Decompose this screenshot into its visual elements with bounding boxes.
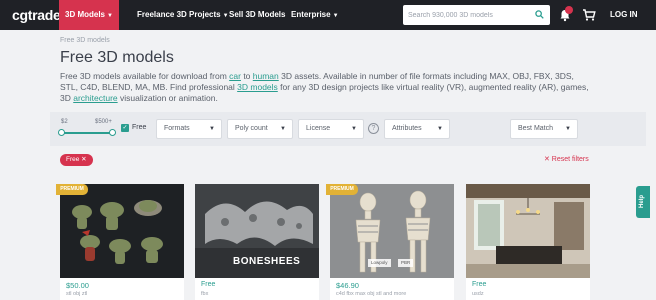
attributes-select[interactable]: Attributes ▼ — [384, 119, 450, 139]
chevron-down-icon: ▼ — [209, 126, 215, 132]
sort-select[interactable]: Best Match ▼ — [510, 119, 578, 139]
notification-badge — [565, 6, 573, 14]
nav-enterprise[interactable]: Enterprise ▼ — [291, 0, 339, 30]
reset-filters-link[interactable]: ✕ Reset filters — [544, 155, 589, 163]
chevron-down-icon: ▼ — [351, 126, 357, 132]
select-label: License — [306, 125, 331, 132]
chevron-down-icon: ▼ — [565, 126, 571, 132]
price-slider-track[interactable] — [61, 132, 113, 134]
product-card[interactable]: BONESHEES Free fbx — [195, 184, 319, 300]
price-slider-min-handle[interactable] — [58, 129, 65, 136]
product-formats: stl obj ztl — [66, 291, 88, 297]
chevron-down-icon: ▼ — [107, 13, 113, 19]
nav-label: Sell 3D Models — [229, 10, 286, 19]
poly-count-select[interactable]: Poly count ▼ — [227, 119, 293, 139]
chevron-down-icon: ▼ — [280, 126, 286, 132]
product-card[interactable]: PREMIUM Lowpoly PBR $46.90 c4d fbx max o… — [326, 184, 454, 300]
product-card[interactable]: Free usdz — [466, 184, 590, 300]
product-formats: fbx — [201, 291, 209, 297]
active-filter-chip[interactable]: Free ✕ — [60, 154, 93, 166]
license-select[interactable]: License ▼ — [298, 119, 364, 139]
product-license: Free — [201, 281, 216, 288]
product-price: $50.00 — [66, 281, 89, 290]
free-checkbox-label: Free — [132, 124, 147, 131]
nav-freelance[interactable]: Freelance 3D Projects ▼ — [137, 0, 229, 30]
nav-sell[interactable]: Sell 3D Models — [229, 0, 285, 30]
cart-icon[interactable] — [582, 8, 596, 22]
product-formats: usdz — [472, 291, 484, 297]
search-input[interactable] — [408, 8, 528, 22]
help-icon[interactable]: ? — [368, 123, 379, 134]
desc-text: visualization or animation. — [117, 93, 218, 103]
link-car[interactable]: car — [229, 71, 241, 81]
formats-select[interactable]: Formats ▼ — [156, 119, 222, 139]
chevron-down-icon: ▼ — [222, 13, 229, 19]
premium-badge: PREMIUM — [326, 184, 358, 195]
page-description: Free 3D models available for download fr… — [60, 71, 590, 104]
desc-text: to — [240, 71, 253, 81]
nav-label: Freelance 3D Projects — [137, 10, 221, 19]
price-slider-max-handle[interactable] — [109, 129, 116, 136]
price-min-label: $2 — [61, 119, 68, 125]
search-box — [403, 5, 550, 25]
product-card[interactable]: PREMIUM $50.00 stl obj ztl — [56, 184, 184, 300]
link-architecture[interactable]: architecture — [73, 93, 117, 103]
thumbnail-caption: BONESHEES — [233, 256, 301, 267]
pbr-tag: PBR — [398, 259, 414, 267]
brand-logo[interactable]: cgtrader — [12, 7, 66, 23]
select-label: Attributes — [392, 125, 422, 132]
chevron-down-icon: ▼ — [332, 13, 339, 19]
product-formats: c4d fbx max obj stl and more — [336, 291, 407, 297]
desc-text: Free 3D models available for download fr… — [60, 71, 230, 81]
filter-bar: $2 $500+ ✓ Free Formats ▼ Poly count ▼ Lic… — [50, 112, 646, 146]
help-tab-label: Help — [639, 194, 645, 208]
nav-label: Enterprise — [291, 10, 331, 19]
search-icon[interactable] — [535, 10, 544, 19]
premium-badge: PREMIUM — [56, 184, 88, 195]
top-navigation: cgtrader 3D Models ▼ Freelance 3D Project… — [0, 0, 656, 30]
chevron-down-icon: ▼ — [437, 126, 443, 132]
product-license: Free — [472, 281, 487, 288]
link-human[interactable]: human — [253, 71, 279, 81]
login-link[interactable]: LOG IN — [610, 0, 638, 30]
link-3d-models[interactable]: 3D models — [237, 82, 278, 92]
nav-label: 3D Models — [65, 10, 106, 19]
free-checkbox[interactable]: ✓ — [121, 124, 129, 132]
select-label: Formats — [164, 125, 190, 132]
lowpoly-tag: Lowpoly — [368, 259, 391, 267]
product-price: $46.90 — [336, 281, 359, 290]
product-thumbnail[interactable] — [60, 184, 184, 278]
product-thumbnail[interactable] — [466, 184, 590, 278]
select-label: Best Match — [518, 125, 554, 132]
select-label: Poly count — [235, 125, 268, 132]
help-tab[interactable]: Help — [636, 186, 650, 218]
breadcrumb[interactable]: Free 3D models — [60, 37, 110, 44]
price-max-label: $500+ — [95, 119, 112, 125]
nav-3d-models[interactable]: 3D Models ▼ — [59, 0, 119, 30]
product-thumbnail[interactable] — [330, 184, 454, 278]
page-title: Free 3D models — [60, 49, 174, 66]
